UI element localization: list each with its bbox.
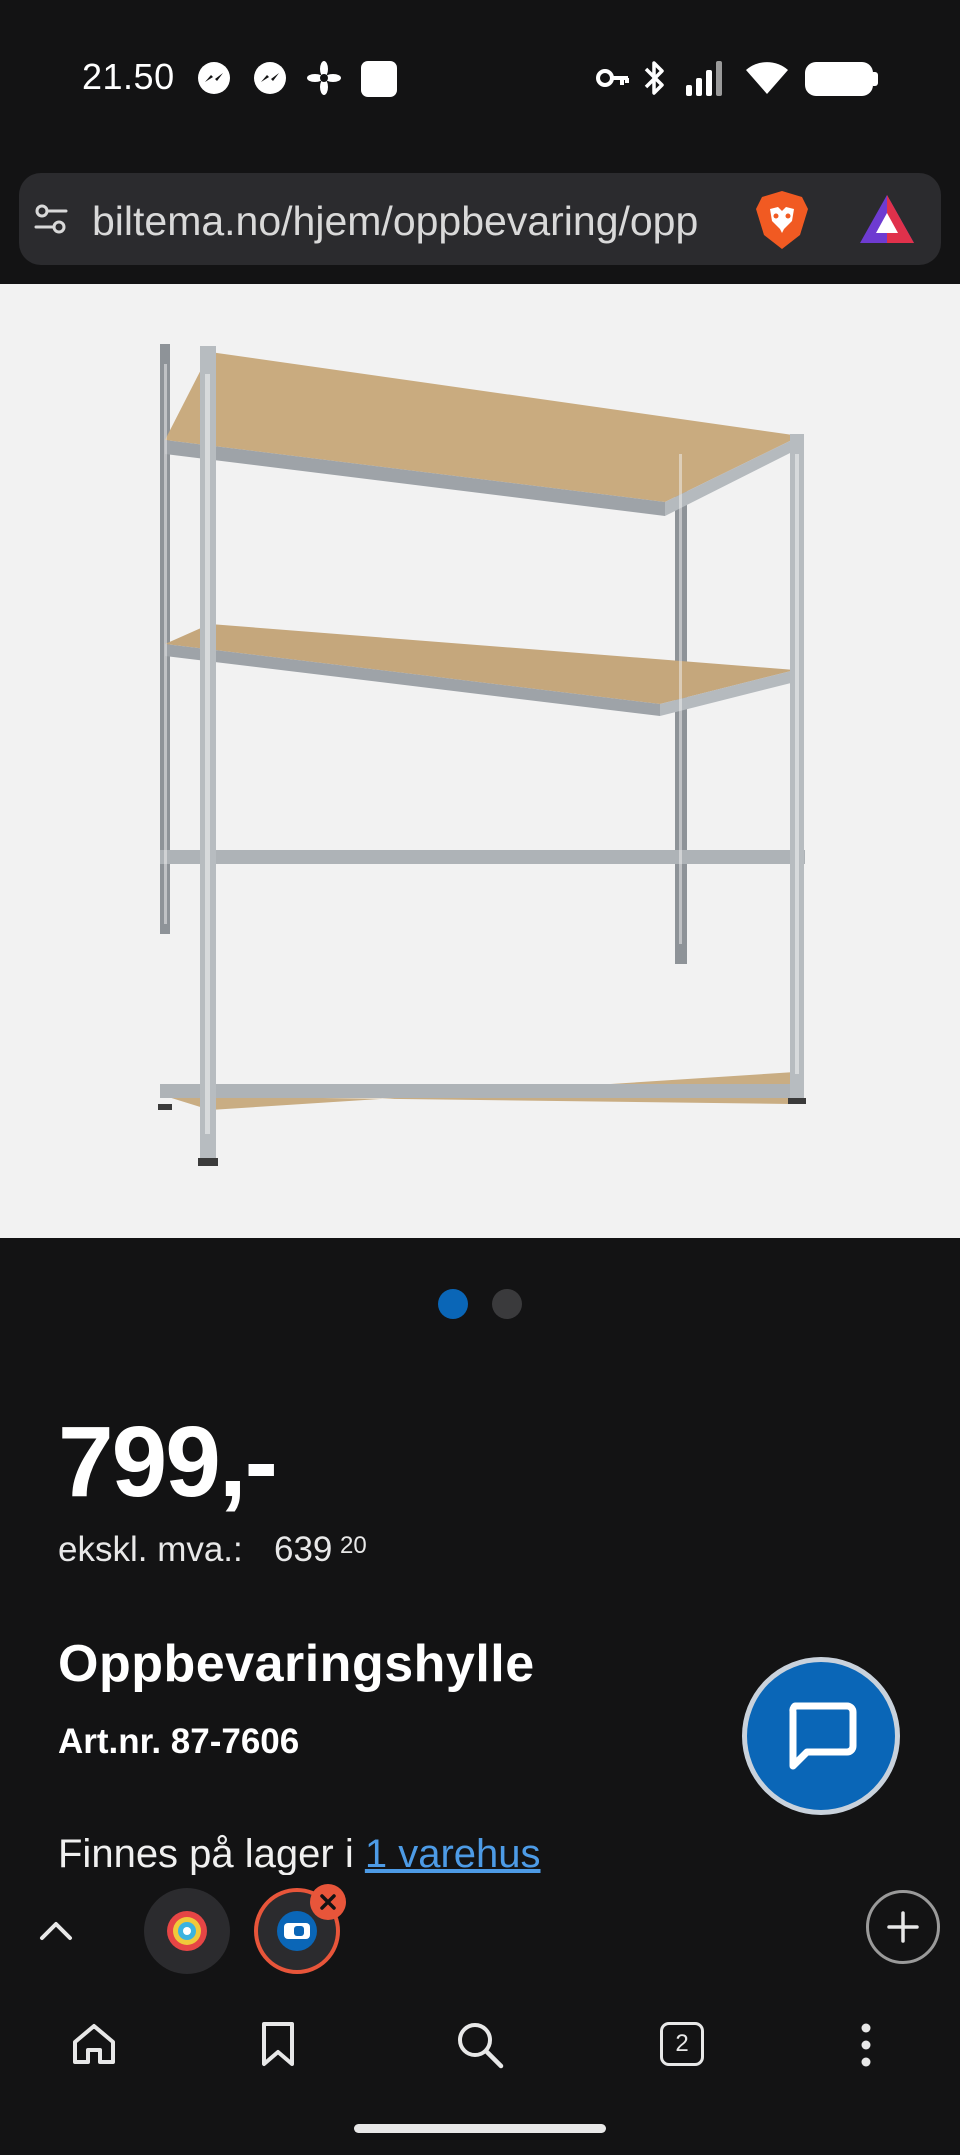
status-time: 21.50: [82, 56, 175, 97]
vat-price-decimals: 20: [340, 1532, 367, 1559]
wifi-icon: [746, 62, 788, 94]
site-settings-icon[interactable]: [33, 201, 69, 237]
messenger-icon: [254, 62, 286, 94]
pinwheel-icon: [307, 61, 341, 95]
storage-shelf-image: [158, 344, 806, 1166]
bookmark-icon[interactable]: [258, 2020, 298, 2070]
price: 799,-: [58, 1406, 278, 1518]
url-text[interactable]: biltema.no/hjem/oppbevaring/opp: [92, 198, 732, 245]
plus-icon: [887, 1911, 919, 1943]
vat-label: ekskl. mva.:: [58, 1530, 243, 1569]
brave-rewards-icon[interactable]: [858, 193, 916, 245]
brave-shields-icon[interactable]: [754, 189, 810, 251]
more-icon[interactable]: [858, 2020, 874, 2070]
chat-bubble-icon: [789, 1702, 857, 1770]
chevron-up-icon[interactable]: [38, 1914, 74, 1944]
stock-store-link[interactable]: 1 varehus: [365, 1832, 541, 1876]
tabs-icon[interactable]: 2: [660, 2022, 704, 2066]
product-title: Oppbevaringshylle: [58, 1635, 535, 1693]
circle-logo-icon: [167, 1911, 207, 1951]
stock-prefix: Finnes på lager i: [58, 1832, 365, 1876]
battery-icon: [805, 62, 873, 96]
tab-circle-logo[interactable]: [144, 1888, 230, 1974]
bluetooth-icon: [644, 61, 664, 95]
gallery-dot[interactable]: [492, 1289, 522, 1319]
close-icon: [320, 1894, 336, 1910]
signal-icon: [686, 61, 722, 96]
search-icon[interactable]: [455, 2020, 505, 2070]
messenger-icon: [198, 62, 230, 94]
close-tab-button[interactable]: [310, 1884, 346, 1920]
product-image[interactable]: [0, 284, 960, 1238]
new-tab-button[interactable]: [866, 1890, 940, 1964]
home-indicator[interactable]: [354, 2124, 606, 2133]
stock-info: Finnes på lager i 1 varehus: [58, 1832, 541, 1877]
biltema-logo-icon: [277, 1911, 317, 1951]
battery-tip: [873, 72, 878, 86]
key-icon: [596, 69, 629, 87]
article-number: Art.nr. 87-7606: [58, 1722, 300, 1761]
vat-price: 639: [274, 1530, 333, 1569]
app-square-icon: [361, 61, 397, 97]
chat-button[interactable]: [742, 1657, 900, 1815]
gallery-dot-active[interactable]: [438, 1289, 468, 1319]
home-icon[interactable]: [70, 2020, 118, 2068]
